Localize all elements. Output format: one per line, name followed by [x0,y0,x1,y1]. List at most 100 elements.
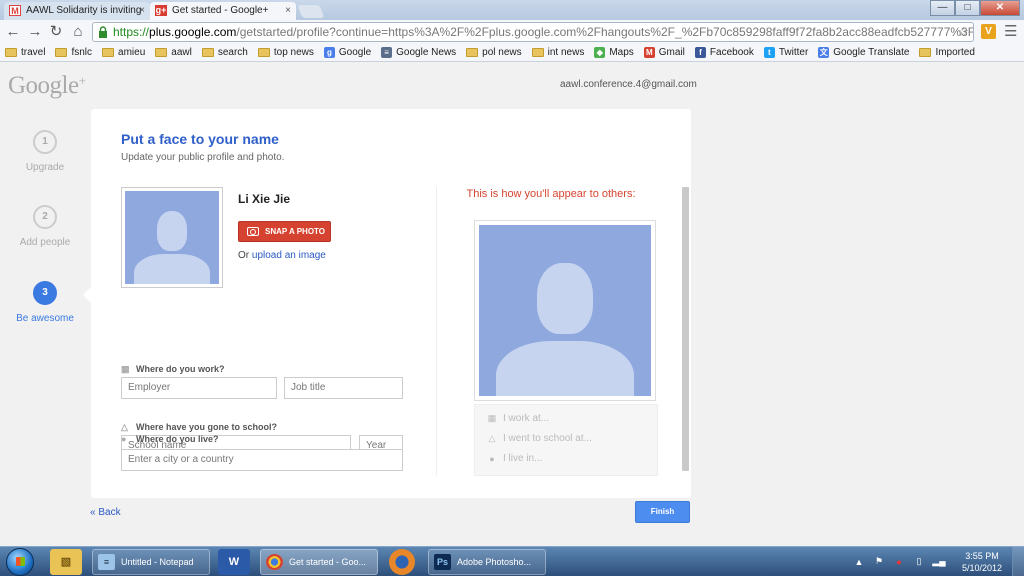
bookmark-fsnlc[interactable]: fsnlc [55,47,92,58]
bookmark-aawl[interactable]: aawl [155,47,192,58]
extension-icon[interactable]: V [981,24,996,39]
card-subtitle: Update your public profile and photo. [121,152,285,163]
facebook-icon: f [694,47,706,58]
city-input[interactable]: Enter a city or a country [121,449,403,471]
back-arrow-icon[interactable]: ← [4,23,22,41]
upload-image-link[interactable]: upload an image [252,250,326,261]
snap-photo-label: SNAP A PHOTO [265,227,326,236]
photoshop-icon: Ps [434,554,451,570]
menu-icon[interactable]: ☰ [1004,22,1017,40]
logo-text: Google [8,72,79,99]
bookmark-google-news[interactable]: ≡ Google News [381,47,456,58]
bookmark-int-news[interactable]: int news [531,47,585,58]
bookmark-label: aawl [171,47,192,58]
window-controls: — □ ✕ [930,0,1020,16]
profile-photo[interactable] [121,187,223,288]
antivirus-icon[interactable]: ● [892,557,906,567]
google-icon: g [323,47,335,58]
preview-live: ● I live in... [487,453,645,464]
close-window-button[interactable]: ✕ [980,0,1020,16]
step-upgrade: 1 Upgrade [0,130,90,173]
system-tray: ▲ ⚑ ● ▯ ▂▄ 3:55 PM 5/10/2012 [852,547,1024,576]
bookmark-imported[interactable]: Imported [919,47,975,58]
bookmark-google[interactable]: g Google [323,47,371,58]
folder-icon [531,48,544,57]
taskbar-chrome[interactable]: Get started - Goo... [260,549,378,575]
bookmark-label: amieu [118,47,146,58]
bookmark-label: Google News [396,47,457,58]
step-number: 2 [33,205,57,229]
url-host: plus.google.com [149,25,237,39]
bookmark-pol-news[interactable]: pol news [466,47,522,58]
show-hidden-icons-icon[interactable]: ▲ [852,557,866,567]
scrollbar[interactable] [682,187,689,471]
url-scheme: https:// [113,25,150,39]
location-pin-icon: ● [121,434,127,444]
bookmark-label: Gmail [658,47,685,58]
word-icon[interactable]: W [218,549,250,575]
battery-icon[interactable]: ▯ [912,556,926,567]
network-signal-icon[interactable]: ▂▄ [932,556,946,567]
preview-work-text: I work at... [503,413,550,424]
chrome-icon [266,554,283,570]
start-button[interactable] [6,548,34,576]
employer-input[interactable]: Employer [121,377,277,399]
bookmark-facebook[interactable]: f Facebook [694,47,754,58]
snap-photo-button[interactable]: SNAP A PHOTO [238,221,331,242]
folder-icon [155,48,168,57]
explorer-icon[interactable]: ▧ [50,549,82,575]
tab-close-icon[interactable]: × [139,2,145,20]
live-label-text: Where do you live? [136,434,219,444]
firefox-icon[interactable] [389,549,415,575]
notepad-icon: ≡ [98,554,115,570]
show-desktop-button[interactable] [1012,547,1024,576]
folder-icon [466,48,479,57]
address-bar[interactable]: https://plus.google.com/getstarted/profi… [92,22,974,42]
taskbar-notepad[interactable]: ≡ Untitled - Notepad [92,549,210,575]
bookmark-top-news[interactable]: top news [257,47,314,58]
back-link[interactable]: « Back [90,507,121,518]
bookmark-amieu[interactable]: amieu [102,47,145,58]
user-email[interactable]: aawl.conference.4@gmail.com [560,79,697,90]
bookmark-label: int news [547,47,585,58]
finish-button[interactable]: Finish [635,501,690,523]
maximize-button[interactable]: □ [955,0,980,16]
job-title-input[interactable]: Job title [284,377,403,399]
bookmark-maps[interactable]: ◆ Maps [594,47,634,58]
bookmark-travel[interactable]: travel [5,47,45,58]
flag-icon[interactable]: ⚑ [872,556,886,567]
bookmark-label: Facebook [709,47,754,58]
new-tab-button[interactable] [297,5,325,18]
clock[interactable]: 3:55 PM 5/10/2012 [952,550,1012,574]
bookmark-star-icon[interactable]: ☆ [957,23,969,41]
tab-get-started[interactable]: g+ Get started - Google+ × [150,2,296,20]
taskbar-photoshop[interactable]: Ps Adobe Photosho... [428,549,546,575]
folder-icon [201,48,214,57]
step-label: Upgrade [25,162,65,173]
preview-school-text: I went to school at... [503,433,592,444]
profile-name: Li Xie Jie [238,192,291,206]
task-label: Adobe Photosho... [457,557,532,567]
upload-prefix: Or [238,250,252,261]
upload-line: Or upload an image [238,250,326,261]
minimize-button[interactable]: — [930,0,955,16]
bookmark-label: Imported [935,47,975,58]
folder-icon [5,48,17,57]
building-icon: ▦ [121,364,130,374]
preview-work: ▦ I work at... [487,413,645,424]
translate-icon: 文 [818,47,830,58]
reload-icon[interactable]: ↻ [47,23,65,41]
bookmark-twitter[interactable]: t Twitter [763,47,808,58]
step-number: 1 [33,130,57,154]
windows-taskbar: ▧ ≡ Untitled - Notepad W Get started - G… [0,546,1024,576]
bookmark-search[interactable]: search [201,47,248,58]
tab-close-icon[interactable]: × [285,2,291,20]
forward-arrow-icon[interactable]: → [26,23,44,41]
bookmark-gmail[interactable]: M Gmail [643,47,685,58]
home-icon[interactable]: ⌂ [69,23,87,41]
news-icon: ≡ [381,47,393,58]
bookmark-google-translate[interactable]: 文 Google Translate [818,47,909,58]
tab-aawl-solidarity[interactable]: M AAWL Solidarity is inviting × [4,2,150,20]
google-plus-logo[interactable]: Google+ [8,72,86,100]
bookmark-label: Google Translate [833,47,910,58]
